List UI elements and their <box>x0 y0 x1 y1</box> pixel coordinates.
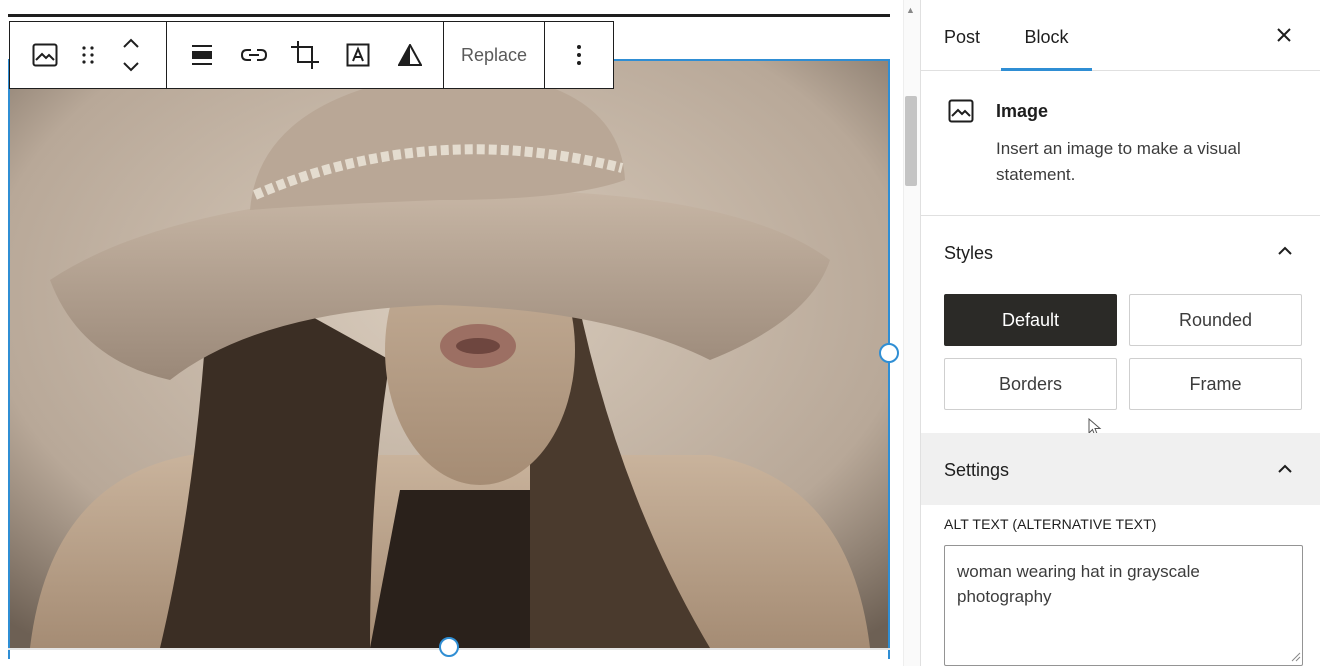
resize-handle-right[interactable] <box>879 343 899 363</box>
crop-button[interactable] <box>279 22 331 88</box>
more-options-button[interactable] <box>545 22 613 88</box>
styles-panel: Styles Default Rounded Borders Frame <box>921 217 1320 437</box>
block-description: Insert an image to make a visual stateme… <box>996 139 1241 184</box>
toolbar-group-options <box>545 22 613 88</box>
drag-handle-button[interactable] <box>80 22 96 88</box>
toolbar-group-tools <box>167 22 444 88</box>
chevron-up-icon[interactable] <box>1276 245 1294 257</box>
duotone-filter-button[interactable] <box>385 22 435 88</box>
resize-handle-bottom[interactable] <box>439 637 459 657</box>
settings-panel-title[interactable]: Settings <box>944 460 1009 481</box>
move-up-down-icon <box>123 38 139 72</box>
block-type-button[interactable] <box>10 22 80 88</box>
replace-button[interactable]: Replace <box>444 22 544 88</box>
duotone-filter-icon <box>398 44 422 66</box>
move-up-down-button[interactable] <box>96 22 166 88</box>
image-icon <box>32 43 58 67</box>
separator-line <box>8 14 890 17</box>
image-icon <box>948 99 974 123</box>
styles-panel-title[interactable]: Styles <box>944 243 993 264</box>
tab-post[interactable]: Post <box>944 0 980 71</box>
link-icon <box>241 49 267 61</box>
block-title: Image <box>996 101 1049 121</box>
editor-canvas: Replace <box>0 0 903 666</box>
block-card: Image Insert an image to make a visual s… <box>921 71 1320 216</box>
textarea-resize-grip-icon[interactable] <box>1291 652 1301 662</box>
style-borders-button[interactable]: Borders <box>944 358 1117 410</box>
tab-block[interactable]: Block <box>1001 0 1092 71</box>
toolbar-group-replace: Replace <box>444 22 546 88</box>
alt-text-label: ALT TEXT (ALTERNATIVE TEXT) <box>944 516 1157 532</box>
block-toolbar: Replace <box>9 21 615 89</box>
align-button[interactable] <box>175 22 229 88</box>
settings-panel-header[interactable]: Settings <box>921 433 1320 505</box>
kebab-icon <box>577 45 582 65</box>
toolbar-group-block <box>10 22 167 88</box>
text-overlay-button[interactable] <box>331 22 385 88</box>
crop-icon <box>291 41 319 69</box>
settings-panel: Settings ALT TEXT (ALTERNATIVE TEXT) wom… <box>921 433 1320 666</box>
style-rounded-button[interactable]: Rounded <box>1129 294 1302 346</box>
alt-text-field[interactable]: woman wearing hat in grayscale photograp… <box>944 545 1303 666</box>
style-frame-button[interactable]: Frame <box>1129 358 1302 410</box>
settings-sidebar: Post Block Image Insert an image to make… <box>920 0 1320 666</box>
style-default-button[interactable]: Default <box>944 294 1117 346</box>
image-block-selection-frame <box>8 59 890 659</box>
text-overlay-icon <box>346 43 370 67</box>
link-button[interactable] <box>229 22 279 88</box>
drag-dots-icon <box>82 46 94 64</box>
scroll-up-arrow-icon[interactable]: ▲ <box>906 5 915 15</box>
scrollbar-thumb[interactable] <box>905 96 917 186</box>
close-icon[interactable] <box>1274 25 1294 45</box>
align-icon <box>192 45 212 65</box>
chevron-up-icon[interactable] <box>1276 463 1294 475</box>
sidebar-tabs: Post Block <box>921 0 1320 71</box>
